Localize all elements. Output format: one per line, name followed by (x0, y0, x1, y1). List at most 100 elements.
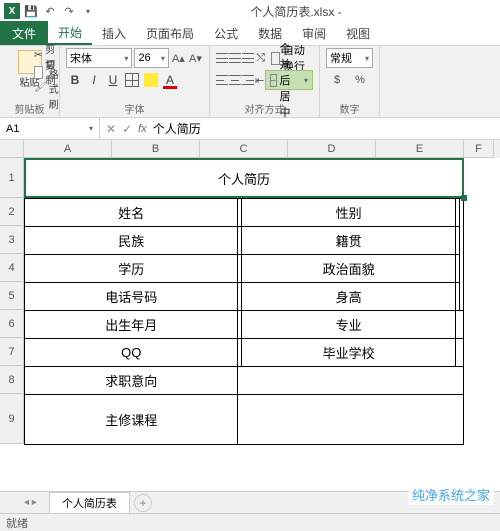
cell-courses-label[interactable]: 主修课程 (25, 395, 238, 445)
orientation-button[interactable]: ⤭ (255, 48, 266, 68)
brush-icon: 🖌 (34, 82, 47, 95)
align-right-button[interactable] (242, 70, 254, 90)
decrease-font-icon[interactable]: A▾ (188, 48, 203, 68)
window-title: 个人简历表.xlsx - (96, 3, 496, 20)
col-header-A[interactable]: A (24, 140, 112, 158)
merge-center-button[interactable]: 合并后居中▾ (265, 70, 313, 90)
border-button[interactable] (123, 70, 141, 90)
align-top-button[interactable] (216, 48, 228, 68)
col-header-D[interactable]: D (288, 140, 376, 158)
cell-intent-label[interactable]: 求职意向 (25, 367, 238, 395)
ribbon: 粘贴 ✂剪切 复制 🖌格式刷 剪贴板 宋体▾ 26▾ A▴ A▾ B I U A… (0, 46, 500, 118)
percent-button[interactable]: % (349, 70, 371, 90)
cell-edu-label[interactable]: 学历 (25, 255, 238, 283)
tab-view[interactable]: 视图 (336, 21, 380, 45)
align-label: 对齐方式 (210, 101, 319, 116)
save-icon[interactable]: 💾 (23, 3, 39, 19)
fill-icon (144, 73, 158, 87)
decrease-indent-button[interactable]: ⇤ (255, 70, 264, 90)
col-header-C[interactable]: C (200, 140, 288, 158)
col-header-E[interactable]: E (376, 140, 464, 158)
redo-icon[interactable]: ↷ (61, 3, 77, 19)
select-all-button[interactable] (0, 140, 24, 158)
sheet-area: ABCDEF 123456789 个人简历 姓名性别 民族籍贯 学历政治面貌 电… (0, 140, 500, 445)
align-bottom-button[interactable] (242, 48, 254, 68)
selection-handle[interactable] (461, 195, 467, 201)
col-header-B[interactable]: B (112, 140, 200, 158)
merge-icon (270, 74, 276, 87)
add-sheet-button[interactable]: + (134, 494, 152, 512)
cell-name-label[interactable]: 姓名 (25, 199, 238, 227)
sheet-tab-active[interactable]: 个人简历表 (49, 492, 130, 513)
cell-phone-label[interactable]: 电话号码 (25, 283, 238, 311)
tab-insert[interactable]: 插入 (92, 21, 136, 45)
row-header-3[interactable]: 3 (0, 226, 24, 254)
tab-formulas[interactable]: 公式 (204, 21, 248, 45)
cell-ethnic-label[interactable]: 民族 (25, 227, 238, 255)
column-headers: ABCDEF (24, 140, 500, 158)
cell-qq-label[interactable]: QQ (25, 339, 238, 367)
group-font: 宋体▾ 26▾ A▴ A▾ B I U A 字体 (60, 46, 210, 117)
col-header-F[interactable]: F (464, 140, 494, 158)
group-alignment: ⤭ 自动换行 ⇤ 合并后居中▾ 对齐方式 (210, 46, 320, 117)
status-text: 就绪 (6, 515, 28, 531)
bold-button[interactable]: B (66, 70, 84, 90)
grid[interactable]: 个人简历 姓名性别 民族籍贯 学历政治面貌 电话号码身高 出生年月专业 QQ毕业… (24, 158, 500, 445)
font-name-select[interactable]: 宋体▾ (66, 48, 132, 68)
cell-native-label[interactable]: 籍贯 (242, 227, 455, 255)
sheet-nav[interactable]: ◂ ▸ (24, 497, 37, 508)
row-header-7[interactable]: 7 (0, 338, 24, 366)
cut-icon: ✂ (34, 50, 43, 63)
resume-table: 个人简历 姓名性别 民族籍贯 学历政治面貌 电话号码身高 出生年月专业 QQ毕业… (24, 158, 464, 445)
name-box[interactable]: A1▾ (0, 118, 100, 139)
increase-font-icon[interactable]: A▴ (171, 48, 186, 68)
row-header-9[interactable]: 9 (0, 394, 24, 444)
group-number: 常规▾ $ % 数字 (320, 46, 380, 117)
resume-title-cell[interactable]: 个人简历 (25, 159, 464, 199)
font-color-button[interactable]: A (161, 70, 179, 90)
statusbar: 就绪 (0, 513, 500, 531)
align-middle-button[interactable] (229, 48, 241, 68)
clipboard-label: 剪贴板 (0, 101, 59, 116)
ribbon-tabs: 文件 开始 插入 页面布局 公式 数据 审阅 视图 (0, 22, 500, 46)
cell-height-label[interactable]: 身高 (242, 283, 455, 311)
format-painter-button[interactable]: 🖌格式刷 (34, 80, 59, 96)
cell-gender-label[interactable]: 性别 (242, 199, 455, 227)
number-format-select[interactable]: 常规▾ (326, 48, 373, 68)
cell-birth-label[interactable]: 出生年月 (25, 311, 238, 339)
fx-icon[interactable]: fx (138, 123, 147, 135)
row-header-5[interactable]: 5 (0, 282, 24, 310)
cell-politics-label[interactable]: 政治面貌 (242, 255, 455, 283)
tab-page-layout[interactable]: 页面布局 (136, 21, 204, 45)
sheet-tabs: ◂ ▸ 个人简历表 + (0, 491, 500, 513)
fill-color-button[interactable] (142, 70, 160, 90)
align-left-button[interactable] (216, 70, 228, 90)
formula-bar: A1▾ ✕ ✓ fx 个人简历 (0, 118, 500, 140)
row-header-2[interactable]: 2 (0, 198, 24, 226)
underline-button[interactable]: U (104, 70, 122, 90)
excel-icon: X (4, 3, 20, 19)
align-center-button[interactable] (229, 70, 241, 90)
row-header-8[interactable]: 8 (0, 366, 24, 394)
row-header-1[interactable]: 1 (0, 158, 24, 198)
cell-photo[interactable] (459, 199, 463, 311)
font-label: 字体 (60, 101, 209, 116)
cell-school-label[interactable]: 毕业学校 (242, 339, 455, 367)
copy-icon (34, 66, 43, 79)
row-header-6[interactable]: 6 (0, 310, 24, 338)
row-header-4[interactable]: 4 (0, 254, 24, 282)
cancel-icon[interactable]: ✕ (106, 122, 116, 136)
group-clipboard: 粘贴 ✂剪切 复制 🖌格式刷 剪贴板 (0, 46, 60, 117)
cell-major-label[interactable]: 专业 (242, 311, 455, 339)
italic-button[interactable]: I (85, 70, 103, 90)
font-size-select[interactable]: 26▾ (134, 48, 168, 68)
currency-button[interactable]: $ (326, 70, 348, 90)
titlebar: X 💾 ↶ ↷ ▾ 个人简历表.xlsx - (0, 0, 500, 22)
border-icon (125, 73, 139, 87)
qat-dropdown-icon[interactable]: ▾ (80, 3, 96, 19)
confirm-icon[interactable]: ✓ (122, 122, 132, 136)
formula-input[interactable]: 个人简历 (153, 120, 201, 137)
tab-file[interactable]: 文件 (0, 21, 48, 45)
undo-icon[interactable]: ↶ (42, 3, 58, 19)
quick-access-toolbar: X 💾 ↶ ↷ ▾ (4, 3, 96, 19)
